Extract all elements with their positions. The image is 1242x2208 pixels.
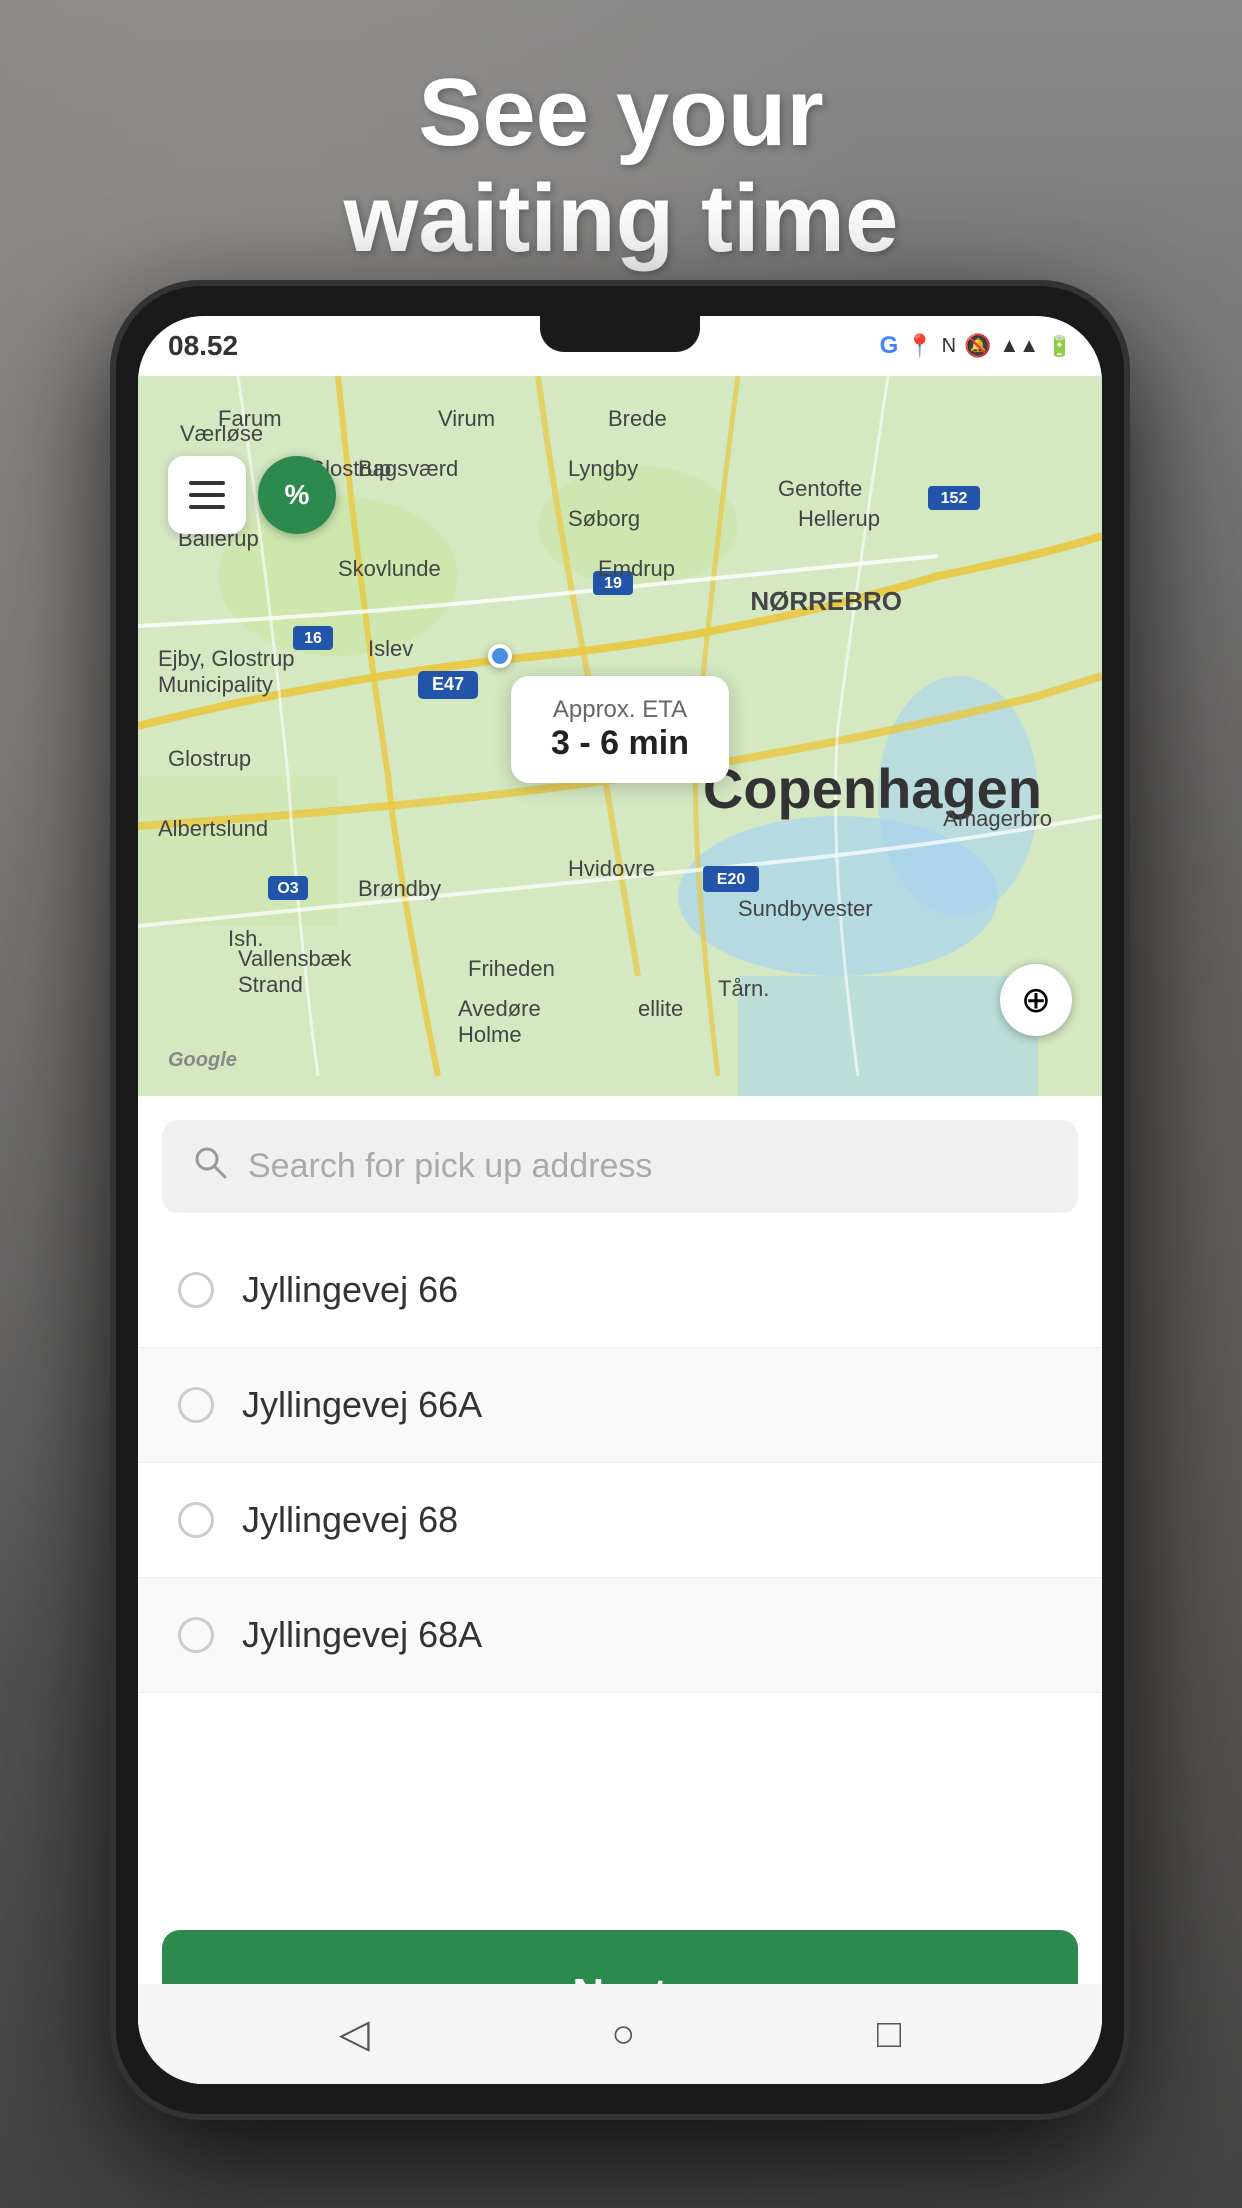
location-status-icon: 📍: [906, 333, 933, 359]
phone-notch: [540, 316, 700, 352]
search-placeholder: Search for pick up address: [248, 1147, 652, 1186]
phone-frame: 08.52 G 📍 N 🔕 ▲▲ 🔋: [110, 280, 1130, 2120]
radio-3[interactable]: [178, 1617, 214, 1653]
map-area: E47 16 19 E20 O3 152 Farum Virum: [138, 376, 1102, 1096]
map-label-brondby: Brøndby: [358, 876, 441, 902]
address-item-3[interactable]: Jyllingevej 68A: [138, 1578, 1102, 1693]
address-item-0[interactable]: Jyllingevej 66: [138, 1233, 1102, 1348]
nav-apps-icon[interactable]: □: [877, 2012, 901, 2057]
address-text-2: Jyllingevej 68: [242, 1499, 458, 1541]
map-label-amagerbro: Amagerbro: [943, 806, 1052, 832]
address-text-1: Jyllingevej 66A: [242, 1384, 482, 1426]
search-icon: [192, 1144, 228, 1189]
map-label-albertslund: Albertslund: [158, 816, 268, 842]
address-list: Jyllingevej 66 Jyllingevej 66A Jyllingev…: [138, 1233, 1102, 1930]
map-label-sundbyvester: Sundbyvester: [738, 896, 873, 922]
search-box[interactable]: Search for pick up address: [162, 1120, 1078, 1213]
nav-home-icon[interactable]: ○: [611, 2012, 635, 2057]
map-label-hellerup: Hellerup: [798, 506, 880, 532]
map-label-taarnby: Tårn.: [718, 976, 769, 1002]
svg-text:E47: E47: [432, 674, 464, 694]
battery-status-icon: 🔋: [1047, 334, 1072, 359]
map-label-lyngby: Lyngby: [568, 456, 638, 482]
bottom-nav: ◁ ○ □: [138, 1984, 1102, 2084]
eta-time: 3 - 6 min: [551, 724, 689, 763]
google-logo: Google: [168, 1049, 237, 1072]
hero-title: See your waiting time: [0, 60, 1242, 271]
map-label-vallensbaek: VallensbækStrand: [238, 946, 351, 998]
map-label-gentofte: Gentofte: [778, 476, 862, 502]
radio-2[interactable]: [178, 1502, 214, 1538]
map-label-islev: Islev: [368, 636, 413, 662]
map-label-emdrup: Emdrup: [598, 556, 675, 582]
location-icon: ⊕: [1021, 979, 1051, 1021]
address-text-3: Jyllingevej 68A: [242, 1614, 482, 1656]
address-item-1[interactable]: Jyllingevej 66A: [138, 1348, 1102, 1463]
google-status-icon: G: [880, 332, 899, 360]
location-button[interactable]: ⊕: [1000, 964, 1072, 1036]
hamburger-line-1: [189, 481, 225, 485]
map-label-hvidovre: Hvidovre: [568, 856, 655, 882]
svg-text:152: 152: [941, 490, 968, 507]
hero-title-line1: See your: [0, 60, 1242, 166]
address-text-0: Jyllingevej 66: [242, 1269, 458, 1311]
map-label-ejby: Ejby, GlostrupMunicipality: [158, 646, 295, 699]
map-label-brede: Brede: [608, 406, 667, 432]
status-icons: G 📍 N 🔕 ▲▲ 🔋: [880, 332, 1072, 360]
map-label-skovlunde: Skovlunde: [338, 556, 441, 582]
hamburger-line-2: [189, 493, 225, 497]
radio-1[interactable]: [178, 1387, 214, 1423]
map-label-soborg: Søborg: [568, 506, 640, 532]
status-time: 08.52: [168, 330, 238, 362]
hero-title-line2: waiting time: [0, 166, 1242, 272]
map-label-avedore: AvedøreHolme: [458, 996, 541, 1048]
map-label-ellite: ellite: [638, 996, 683, 1022]
phone-screen: 08.52 G 📍 N 🔕 ▲▲ 🔋: [138, 316, 1102, 2084]
nfc-status-icon: N: [942, 335, 956, 358]
svg-text:E20: E20: [717, 871, 746, 888]
eta-label: Approx. ETA: [551, 696, 689, 724]
map-label-virum: Virum: [438, 406, 495, 432]
map-label-glostrup: Glostrup: [168, 746, 251, 772]
discount-text: %: [285, 479, 310, 511]
discount-badge[interactable]: %: [258, 456, 336, 534]
nav-back-icon[interactable]: ◁: [339, 2011, 370, 2057]
menu-button[interactable]: [168, 456, 246, 534]
address-item-2[interactable]: Jyllingevej 68: [138, 1463, 1102, 1578]
hamburger-line-3: [189, 505, 225, 509]
map-label-vaerlose: Værløse: [180, 421, 263, 447]
radio-0[interactable]: [178, 1272, 214, 1308]
svg-text:16: 16: [304, 630, 322, 647]
map-pin: [488, 644, 512, 668]
svg-text:O3: O3: [277, 880, 298, 897]
sound-status-icon: 🔕: [964, 333, 991, 359]
map-label-norrebro: NØRREBRO: [750, 586, 902, 617]
map-label-friheden: Friheden: [468, 956, 555, 982]
eta-panel: Approx. ETA 3 - 6 min: [511, 676, 729, 783]
bottom-panel: Search for pick up address Jyllingevej 6…: [138, 1096, 1102, 2084]
signal-status-icon: ▲▲: [1000, 335, 1040, 358]
